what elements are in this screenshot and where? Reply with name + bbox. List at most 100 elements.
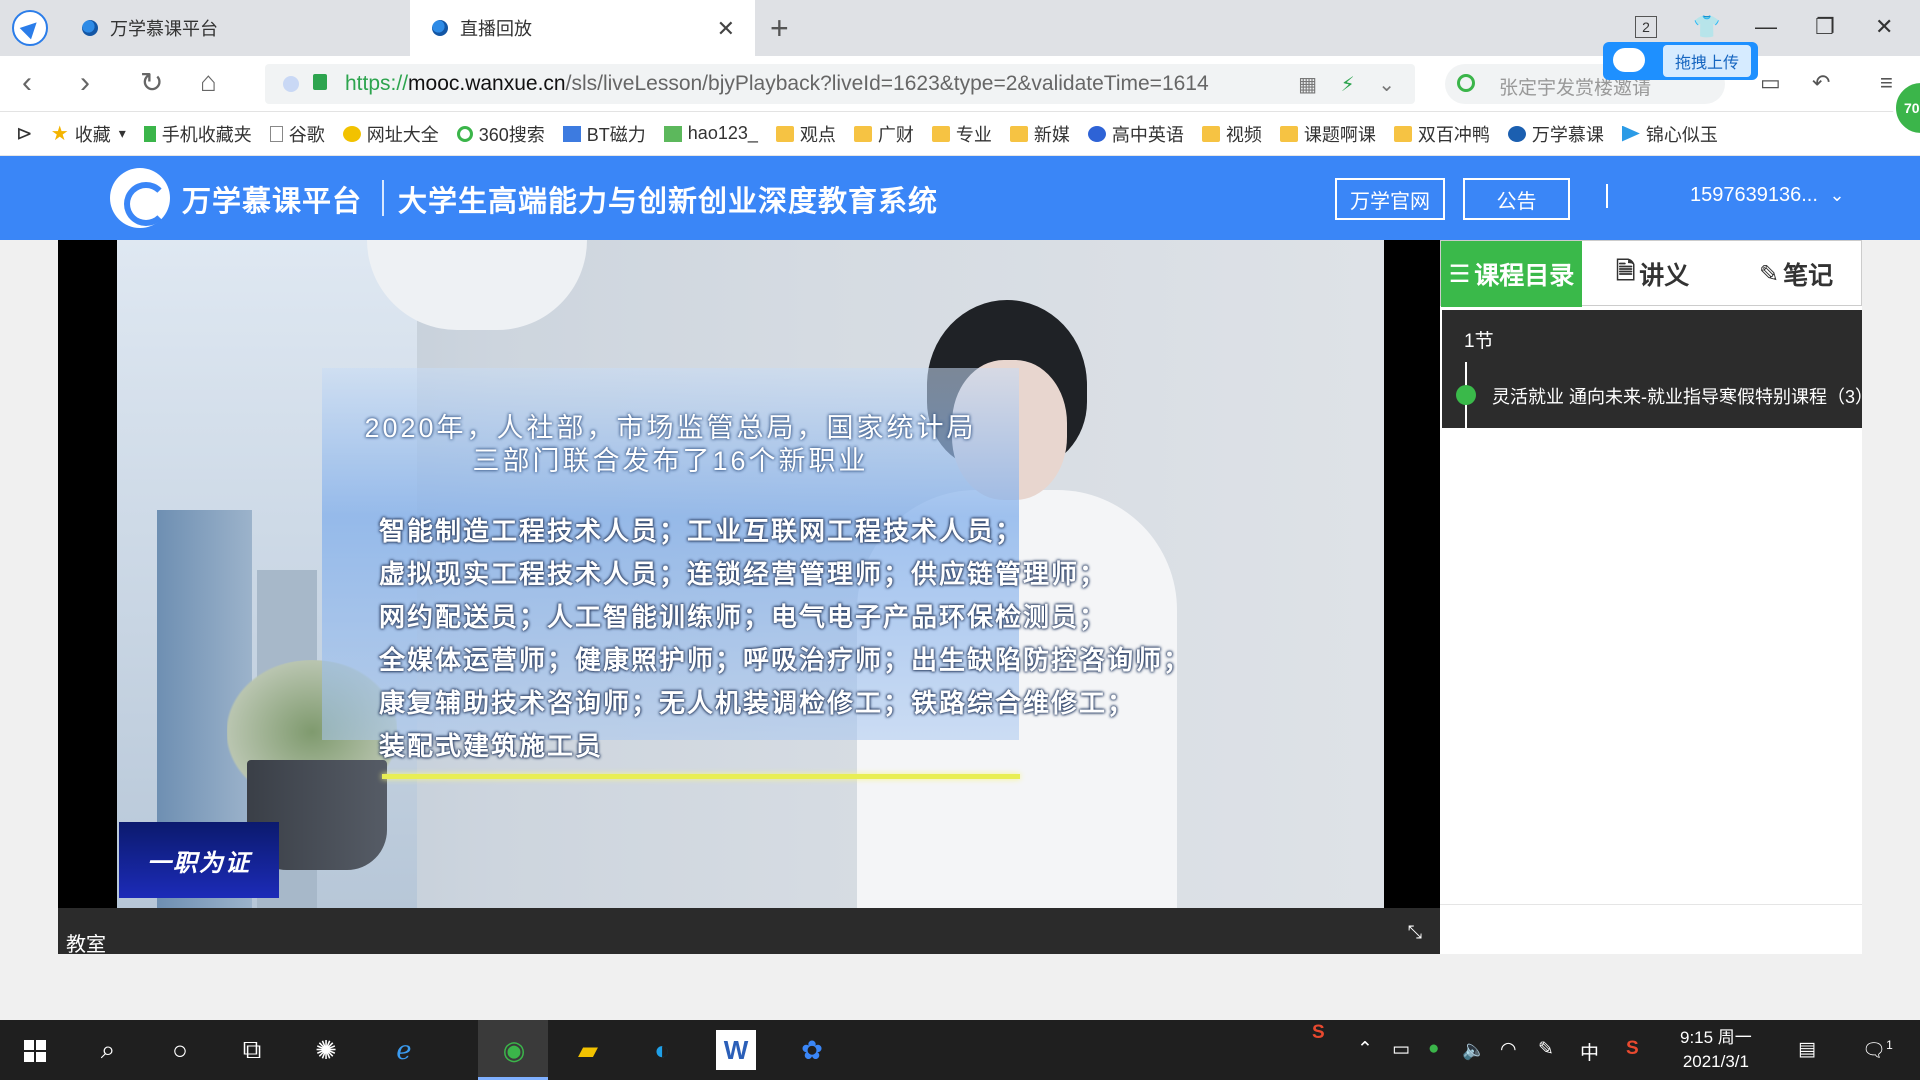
user-menu[interactable]: 1597639136... ⌄ xyxy=(1690,184,1845,207)
qr-code-icon[interactable]: ▦ xyxy=(1298,74,1317,96)
bookmark-item[interactable]: 万学慕课 xyxy=(1507,121,1604,147)
bookmark-item[interactable]: 课题啊课 xyxy=(1279,121,1376,147)
video-player[interactable]: 2020年，人社部，市场监管总局，国家统计局 三部门联合发布了16个新职业 智能… xyxy=(58,240,1440,957)
task-view-icon[interactable]: ⧉ xyxy=(232,1030,272,1070)
plus-circle-icon xyxy=(342,125,361,142)
lightning-icon[interactable]: ⚡ xyxy=(1341,74,1355,96)
notice-button[interactable]: 公告 xyxy=(1463,178,1570,220)
sogou-tray-icon[interactable]: S xyxy=(1312,1022,1325,1044)
caption-line: 康复辅助技术咨询师；无人机装调检修工；铁路综合维修工； xyxy=(379,688,1136,718)
minimize-button[interactable]: — xyxy=(1755,14,1777,40)
url-text[interactable]: https://mooc.wanxue.cn/sls/liveLesson/bj… xyxy=(345,72,1285,96)
browser-logo-icon[interactable] xyxy=(12,10,48,46)
tab-wanxue-mooc[interactable]: 万学慕课平台 xyxy=(60,0,408,56)
restore-button[interactable]: ❐ xyxy=(1815,14,1835,40)
course-catalog: 1节 灵活就业 通向未来-就业指导寒假特别课程（3） xyxy=(1442,310,1862,428)
lesson-item[interactable]: 灵活就业 通向未来-就业指导寒假特别课程（3） xyxy=(1492,383,1862,409)
upload-button[interactable]: 拖拽上传 xyxy=(1603,42,1758,80)
chevron-down-icon: ⌄ xyxy=(1829,185,1845,205)
bookmark-item[interactable]: ★ 收藏 ▾ xyxy=(51,121,126,147)
bookmark-label: 收藏 xyxy=(74,124,111,145)
lock-icon[interactable] xyxy=(313,74,327,90)
taskbar-clock[interactable]: 9:15 周一 2021/3/1 xyxy=(1680,1026,1752,1074)
notification-icon[interactable]: 🗨1 xyxy=(1862,1038,1893,1062)
classroom-label[interactable]: 教室 xyxy=(66,928,106,957)
baidu-netdisk-icon[interactable]: ✿ xyxy=(792,1030,832,1070)
edge-icon[interactable]: ◐ xyxy=(642,1030,682,1070)
app-pinwheel-icon[interactable]: ✺ xyxy=(306,1030,346,1070)
caret-down-icon[interactable]: ▾ xyxy=(119,125,126,142)
skin-icon[interactable]: 👕 xyxy=(1693,14,1720,40)
windows-taskbar: ⌕ ○ ⧉ ✺ ℯ ◉ ▰ ◐ W ✿ S ⌃ ▭ ● 🔈 ◠ ✎ 中 S 9:… xyxy=(0,1020,1920,1080)
back-button[interactable]: ‹ xyxy=(22,66,32,100)
site-subtitle: 大学生高端能力与创新创业深度教育系统 xyxy=(398,186,939,218)
home-button[interactable]: ⌂ xyxy=(200,66,217,98)
new-tab-button[interactable]: + xyxy=(770,10,789,47)
notepad-icon[interactable]: ▤ xyxy=(1798,1038,1816,1061)
bookmark-item[interactable]: 双百冲鸭 xyxy=(1393,121,1490,147)
url-bar[interactable]: https://mooc.wanxue.cn/sls/liveLesson/bj… xyxy=(265,64,1415,104)
bookmark-item[interactable]: 观点 xyxy=(775,121,836,147)
bookmark-item[interactable]: BT磁力 xyxy=(562,121,646,147)
bookmark-label: 视频 xyxy=(1225,124,1262,145)
security-tray-icon[interactable]: ● xyxy=(1428,1038,1439,1060)
sidebar-toggle-icon[interactable]: ⊳ xyxy=(16,121,33,146)
tray-expand-icon[interactable]: ⌃ xyxy=(1357,1038,1373,1061)
close-tab-icon[interactable]: ✕ xyxy=(717,16,735,42)
bookmark-item[interactable]: 网址大全 xyxy=(342,121,439,147)
ie-browser-icon[interactable]: ℯ xyxy=(384,1030,424,1070)
bookmark-label: hao123_ xyxy=(687,123,758,143)
bookmark-item[interactable]: 广财 xyxy=(853,121,914,147)
bookmark-item[interactable]: 视频 xyxy=(1201,121,1262,147)
battery-tray-icon[interactable]: ▭ xyxy=(1392,1038,1410,1061)
tab-course-catalog[interactable]: ☰ 课程目录 xyxy=(1441,241,1582,307)
chevron-down-icon[interactable]: ⌄ xyxy=(1378,74,1395,96)
player-control-bar: 教室 ⤡ xyxy=(58,908,1440,957)
site-icon xyxy=(1507,125,1526,142)
tab-live-playback[interactable]: 直播回放 ✕ xyxy=(410,0,755,56)
sogou-input-icon[interactable]: S xyxy=(1626,1038,1639,1060)
undo-icon[interactable]: ↶ xyxy=(1812,70,1830,96)
wifi-icon[interactable]: ◠ xyxy=(1500,1038,1517,1061)
side-tab-bar: ☰ 课程目录 🗎 讲义 ✎ 笔记 xyxy=(1440,240,1862,307)
folder-icon xyxy=(1201,125,1220,142)
bookmark-item[interactable]: 专业 xyxy=(931,121,992,147)
battery-icon[interactable]: ▭ xyxy=(1760,70,1781,96)
wanxue-logo-icon[interactable] xyxy=(110,168,170,228)
section-heading: 1节 xyxy=(1464,331,1494,352)
video-frame[interactable]: 2020年，人社部，市场监管总局，国家统计局 三部门联合发布了16个新职业 智能… xyxy=(117,240,1384,908)
bookmark-item[interactable]: 新媒 xyxy=(1009,121,1070,147)
search-icon[interactable]: ⌕ xyxy=(88,1030,128,1070)
bookmark-item[interactable]: 360搜索 xyxy=(456,121,545,147)
word-icon[interactable]: W xyxy=(716,1030,756,1070)
caption-title-line: 三部门联合发布了16个新职业 xyxy=(472,446,869,476)
window-count-badge[interactable]: 2 xyxy=(1635,16,1657,38)
bookmark-item[interactable]: 高中英语 xyxy=(1087,121,1184,147)
pen-icon[interactable]: ✎ xyxy=(1538,1038,1554,1061)
forward-button[interactable]: › xyxy=(80,66,90,100)
folder-icon xyxy=(1393,125,1412,142)
tab-handout[interactable]: 🗎 讲义 xyxy=(1616,241,1689,307)
official-site-button[interactable]: 万学官网 xyxy=(1335,178,1445,220)
site-name[interactable]: 万学慕课平台 xyxy=(182,178,362,220)
exit-fullscreen-icon[interactable]: ⤡ xyxy=(1408,922,1422,943)
close-window-button[interactable]: ✕ xyxy=(1875,14,1893,40)
reload-button[interactable]: ↻ xyxy=(140,66,163,99)
360-browser-icon[interactable]: ◉ xyxy=(494,1030,534,1070)
bookmark-label: 网址大全 xyxy=(366,124,439,145)
user-account: 1597639136... xyxy=(1690,184,1818,206)
program-logo: 一职为证 xyxy=(119,822,279,898)
bookmark-item[interactable]: 锦心似玉 xyxy=(1621,121,1718,147)
bookmark-item[interactable]: hao123_ xyxy=(663,123,758,144)
site-favicon-icon xyxy=(432,20,448,36)
volume-icon[interactable]: 🔈 xyxy=(1462,1038,1486,1062)
input-method[interactable]: 中 xyxy=(1580,1038,1599,1065)
bookmark-item[interactable]: 手机收藏夹 xyxy=(143,121,252,147)
tab-notes[interactable]: ✎ 笔记 xyxy=(1759,241,1833,307)
bookmark-item[interactable]: 谷歌 xyxy=(269,121,325,147)
windows-start-icon[interactable] xyxy=(24,1040,46,1062)
file-explorer-icon[interactable]: ▰ xyxy=(568,1030,608,1070)
cortana-icon[interactable]: ○ xyxy=(160,1030,200,1070)
menu-icon[interactable]: ≡ xyxy=(1880,70,1893,96)
caption-line: 全媒体运营师；健康照护师；呼吸治疗师；出生缺陷防控咨询师； xyxy=(379,645,1192,675)
